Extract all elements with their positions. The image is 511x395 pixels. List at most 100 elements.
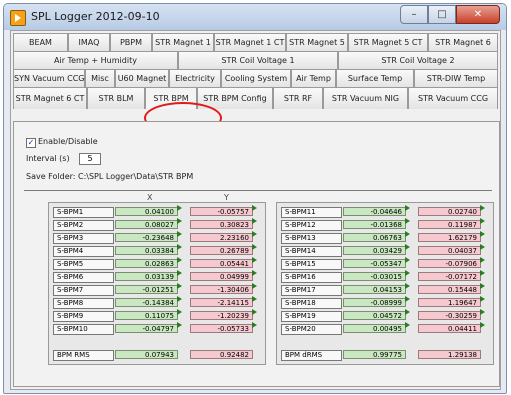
bpm-y-value: 0.30823	[190, 220, 253, 229]
tab-str-coil-voltage-1[interactable]: STR Coil Voltage 1	[178, 51, 338, 69]
bpm-y-value: 1.62179	[418, 233, 481, 242]
y-alarm-marker-icon	[480, 283, 485, 289]
bpm-y-value: -0.05733	[190, 324, 253, 333]
x-alarm-marker-icon	[405, 244, 410, 250]
bpm-y-value: 1.19647	[418, 298, 481, 307]
y-alarm-marker-icon	[252, 231, 257, 237]
bpm-drms-x: 0.99775	[343, 350, 406, 359]
y-alarm-marker-icon	[480, 322, 485, 328]
x-alarm-marker-icon	[405, 309, 410, 315]
bpm-rms-y: 0.92482	[190, 350, 253, 359]
x-alarm-marker-icon	[177, 244, 182, 250]
bpm-name: S-BPM9	[53, 311, 114, 322]
bpm-name: S-BPM16	[281, 272, 342, 283]
bpm-group-left: X Y S-BPM1 0.04100 -0.05757 S-BPM2 0.08027 0.…	[48, 193, 266, 365]
maximize-button[interactable]: □	[428, 5, 456, 24]
tab-row-4: STR Magnet 6 CT STR BLM STR BPM STR BPM …	[13, 87, 498, 109]
bpm-name: S-BPM15	[281, 259, 342, 270]
bpm-y-value: -2.14115	[190, 298, 253, 307]
x-alarm-marker-icon	[177, 309, 182, 315]
tab-str-bpm-config[interactable]: STR BPM Config	[197, 87, 273, 109]
tab-air-temp-humidity[interactable]: Air Temp + Humidity	[13, 51, 178, 69]
bpm-name: S-BPM10	[53, 324, 114, 335]
interval-input[interactable]: 5	[79, 153, 101, 165]
bpm-name: S-BPM11	[281, 207, 342, 218]
tab-pbpm[interactable]: PBPM	[110, 33, 152, 51]
bpm-name: S-BPM8	[53, 298, 114, 309]
bpm-x-value: 0.06763	[343, 233, 406, 242]
separator-line	[24, 190, 492, 191]
y-alarm-marker-icon	[252, 257, 257, 263]
tab-str-rf[interactable]: STR RF	[273, 87, 323, 109]
bpm-x-value: 0.11075	[115, 311, 178, 320]
bpm-y-value: -0.05757	[190, 207, 253, 216]
x-alarm-marker-icon	[405, 231, 410, 237]
tab-row-3: SYN Vacuum CCG Misc U60 Magnet Electrici…	[13, 69, 498, 87]
tab-str-vacuum-nig[interactable]: STR Vacuum NIG	[323, 87, 408, 109]
x-alarm-marker-icon	[405, 322, 410, 328]
title-bar[interactable]: SPL Logger 2012-09-10 – □ ✕	[4, 4, 506, 30]
enable-label: Enable/Disable	[38, 137, 98, 146]
bpm-y-value: -0.30259	[418, 311, 481, 320]
tab-str-coil-voltage-2[interactable]: STR Coil Voltage 2	[338, 51, 498, 69]
close-button[interactable]: ✕	[456, 5, 500, 24]
bpm-y-value: 0.11987	[418, 220, 481, 229]
tab-misc[interactable]: Misc	[85, 69, 115, 87]
bpm-rms-x: 0.07943	[115, 350, 178, 359]
bpm-x-value: -0.01251	[115, 285, 178, 294]
y-alarm-marker-icon	[252, 283, 257, 289]
bpm-x-value: -0.04646	[343, 207, 406, 216]
y-alarm-marker-icon	[480, 205, 485, 211]
bpm-name: S-BPM14	[281, 246, 342, 257]
app-window: SPL Logger 2012-09-10 – □ ✕ BEAM IMAQ PB…	[3, 3, 507, 394]
tab-str-magnet-6[interactable]: STR Magnet 6	[428, 33, 498, 51]
tab-surface-temp[interactable]: Surface Temp	[336, 69, 414, 87]
enable-checkbox[interactable]: ✓	[26, 138, 36, 148]
tab-beam[interactable]: BEAM	[13, 33, 68, 51]
bpm-x-value: -0.03015	[343, 272, 406, 281]
tab-syn-vacuum-ccg[interactable]: SYN Vacuum CCG	[13, 69, 85, 87]
bpm-x-value: 0.03384	[115, 246, 178, 255]
x-alarm-marker-icon	[405, 296, 410, 302]
bpm-x-value: 0.04100	[115, 207, 178, 216]
tab-u60-magnet[interactable]: U60 Magnet	[115, 69, 169, 87]
bpm-drms-y: 1.29138	[418, 350, 481, 359]
bpm-y-value: -0.07906	[418, 259, 481, 268]
bpm-x-value: -0.01368	[343, 220, 406, 229]
bpm-y-value: 0.02740	[418, 207, 481, 216]
tab-row-1: BEAM IMAQ PBPM STR Magnet 1 STR Magnet 1…	[13, 33, 498, 51]
tab-str-magnet-6-ct[interactable]: STR Magnet 6 CT	[13, 87, 87, 109]
bpm-name: S-BPM1	[53, 207, 114, 218]
tab-air-temp[interactable]: Air Temp	[291, 69, 336, 87]
x-alarm-marker-icon	[405, 218, 410, 224]
x-alarm-marker-icon	[405, 205, 410, 211]
bpm-y-value: 0.04037	[418, 246, 481, 255]
tab-str-magnet-5[interactable]: STR Magnet 5	[286, 33, 348, 51]
y-alarm-marker-icon	[480, 270, 485, 276]
y-alarm-marker-icon	[480, 244, 485, 250]
tab-str-blm[interactable]: STR BLM	[87, 87, 145, 109]
bpm-x-value: 0.03139	[115, 272, 178, 281]
bpm-name: S-BPM6	[53, 272, 114, 283]
tab-str-vacuum-ccg[interactable]: STR Vacuum CCG	[408, 87, 498, 109]
bpm-y-value: 0.26789	[190, 246, 253, 255]
tab-str-magnet-1[interactable]: STR Magnet 1	[152, 33, 214, 51]
tab-electricity[interactable]: Electricity	[169, 69, 221, 87]
x-alarm-marker-icon	[177, 322, 182, 328]
tab-str-magnet-1-ct[interactable]: STR Magnet 1 CT	[214, 33, 286, 51]
y-column-header: Y	[224, 193, 229, 202]
interval-label: Interval (s)	[26, 154, 70, 163]
tab-str-bpm[interactable]: STR BPM	[145, 87, 197, 109]
tab-imaq[interactable]: IMAQ	[68, 33, 110, 51]
tab-str-magnet-5-ct[interactable]: STR Magnet 5 CT	[348, 33, 428, 51]
x-alarm-marker-icon	[177, 270, 182, 276]
x-alarm-marker-icon	[177, 283, 182, 289]
y-alarm-marker-icon	[480, 218, 485, 224]
y-alarm-marker-icon	[252, 309, 257, 315]
bpm-name: S-BPM18	[281, 298, 342, 309]
bpm-name: S-BPM20	[281, 324, 342, 335]
tab-str-diw-temp[interactable]: STR-DIW Temp	[414, 69, 498, 87]
tab-cooling-system[interactable]: Cooling System	[221, 69, 291, 87]
x-column-header: X	[147, 193, 153, 202]
minimize-button[interactable]: –	[400, 5, 428, 24]
